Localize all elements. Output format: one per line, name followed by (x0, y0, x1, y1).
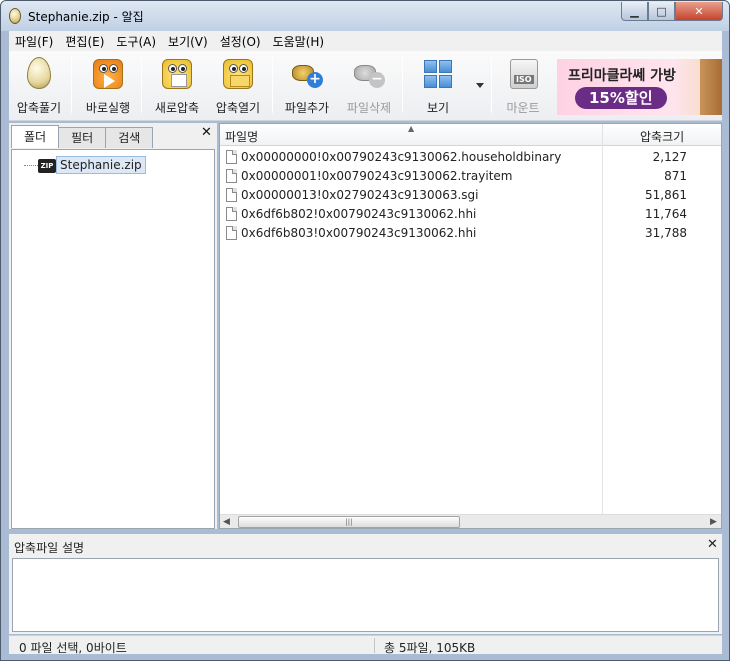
ad-discount: 15%할인 (575, 87, 667, 109)
maximize-icon: □ (656, 4, 667, 18)
bag-image (700, 59, 722, 115)
archive-summary-status: 총 5파일, 105KB (384, 641, 476, 655)
table-row[interactable]: 0x00000000!0x00790243c9130062.householdb… (220, 148, 721, 167)
table-row[interactable]: 0x6df6b802!0x00790243c9130062.hhi 11,764 (220, 205, 721, 224)
extract-button[interactable]: 압축풀기 (13, 55, 65, 117)
description-textbox[interactable] (12, 558, 719, 632)
table-row[interactable]: 0x00000013!0x02790243c9130063.sgi 51,861 (220, 186, 721, 205)
play-face-icon (91, 57, 125, 91)
file-name: 0x00000000!0x00790243c9130062.householdb… (241, 150, 562, 164)
run-now-button[interactable]: 바로실행 (81, 55, 135, 117)
open-archive-icon (221, 57, 255, 91)
minimize-button[interactable]: ▁ (621, 2, 648, 21)
description-title: 압축파일 설명 (14, 541, 85, 555)
tree-item-archive[interactable]: Stephanie.zip (56, 156, 146, 174)
new-archive-icon (160, 57, 194, 91)
menu-edit[interactable]: 편집(E) (59, 33, 110, 50)
table-row[interactable]: 0x6df6b803!0x00790243c9130062.hhi 31,788 (220, 224, 721, 243)
app-window: Stephanie.zip - 알집 ▁ □ ✕ 파일(F) 편집(E) 도구(… (0, 0, 730, 661)
menu-tools[interactable]: 도구(A) (110, 33, 162, 50)
file-icon (226, 169, 237, 183)
file-list-panel: ▲ 파일명 압축크기 0x00000000!0x00790243c9130062… (219, 123, 722, 529)
open-archive-button[interactable]: 압축열기 (212, 55, 264, 117)
file-name: 0x00000013!0x02790243c9130063.sgi (241, 188, 479, 202)
file-size: 2,127 (652, 150, 687, 164)
tab-filter[interactable]: 필터 (58, 127, 107, 148)
scroll-left-icon[interactable]: ◀ (223, 515, 230, 529)
file-size: 51,861 (645, 188, 687, 202)
left-panel-tabs: 폴더 필터 검색 (11, 125, 154, 149)
advertisement-banner[interactable]: 프리마클라쎄 가방 15%할인 (557, 59, 722, 115)
file-icon (226, 207, 237, 221)
iso-disk-icon: ISO (506, 57, 540, 91)
file-list-header: ▲ 파일명 압축크기 (220, 124, 721, 146)
view-dropdown-arrow-icon[interactable] (476, 83, 484, 88)
column-header-compressed-size[interactable]: 압축크기 (640, 128, 684, 145)
alzip-app-icon (9, 8, 21, 24)
file-icon (226, 188, 237, 202)
file-icon (226, 226, 237, 240)
menu-settings[interactable]: 설정(O) (214, 33, 267, 50)
close-window-button[interactable]: ✕ (675, 2, 723, 21)
window-title: Stephanie.zip - 알집 (28, 10, 144, 24)
archive-description-panel: 압축파일 설명 ✕ (9, 534, 722, 634)
file-size: 11,764 (645, 207, 687, 221)
left-panel-close-icon[interactable]: ✕ (201, 125, 212, 140)
sort-ascending-icon: ▲ (408, 124, 415, 133)
table-row[interactable]: 0x00000001!0x00790243c9130062.trayitem 8… (220, 167, 721, 186)
file-size: 871 (664, 169, 687, 183)
file-name: 0x6df6b802!0x00790243c9130062.hhi (241, 207, 477, 221)
left-panel: 폴더 필터 검색 ✕ ZIP Stephanie.zip (9, 123, 217, 529)
menu-bar: 파일(F) 편집(E) 도구(A) 보기(V) 설정(O) 도움말(H) (9, 31, 722, 51)
column-header-filename[interactable]: 파일명 (225, 128, 258, 145)
view-button[interactable]: 보기 (413, 55, 463, 117)
tree-connector (24, 165, 38, 166)
grid-view-icon (421, 57, 455, 91)
scroll-thumb[interactable]: ||| (238, 516, 460, 528)
selection-status: 0 파일 선택, 0바이트 (19, 641, 127, 655)
scroll-right-icon[interactable]: ▶ (710, 515, 717, 529)
description-close-icon[interactable]: ✕ (707, 537, 718, 552)
title-bar[interactable]: Stephanie.zip - 알집 ▁ □ ✕ (1, 1, 729, 31)
toolbar: 압축풀기 바로실행 새로압축 압축열기 + 파일추가 − 파일삭제 보기 ISO… (9, 51, 722, 121)
minimize-icon: ▁ (630, 4, 639, 18)
file-name: 0x00000001!0x00790243c9130062.trayitem (241, 169, 513, 183)
menu-view[interactable]: 보기(V) (162, 33, 214, 50)
new-archive-button[interactable]: 새로압축 (151, 55, 203, 117)
folder-tree: ZIP Stephanie.zip (11, 149, 215, 529)
file-size: 31,788 (645, 226, 687, 240)
zip-icon: ZIP (38, 159, 56, 173)
status-divider (374, 638, 375, 653)
file-rows: 0x00000000!0x00790243c9130062.householdb… (220, 148, 721, 243)
mount-button[interactable]: ISO 마운트 (499, 55, 547, 117)
egg-icon (22, 57, 56, 91)
ad-headline: 프리마클라쎄 가방 (568, 68, 676, 84)
add-file-icon: + (290, 57, 324, 91)
delete-file-icon: − (352, 57, 386, 91)
delete-file-button[interactable]: − 파일삭제 (343, 55, 395, 117)
horizontal-scrollbar[interactable]: ◀ ||| ▶ (220, 514, 721, 528)
status-bar: 0 파일 선택, 0바이트 총 5파일, 105KB (9, 635, 722, 655)
close-icon: ✕ (694, 4, 704, 18)
add-file-button[interactable]: + 파일추가 (281, 55, 333, 117)
tab-search[interactable]: 검색 (105, 127, 154, 148)
file-icon (226, 150, 237, 164)
menu-file[interactable]: 파일(F) (9, 33, 59, 50)
maximize-button[interactable]: □ (648, 2, 675, 21)
menu-help[interactable]: 도움말(H) (267, 33, 331, 50)
file-name: 0x6df6b803!0x00790243c9130062.hhi (241, 226, 477, 240)
tab-folder[interactable]: 폴더 (11, 125, 60, 148)
